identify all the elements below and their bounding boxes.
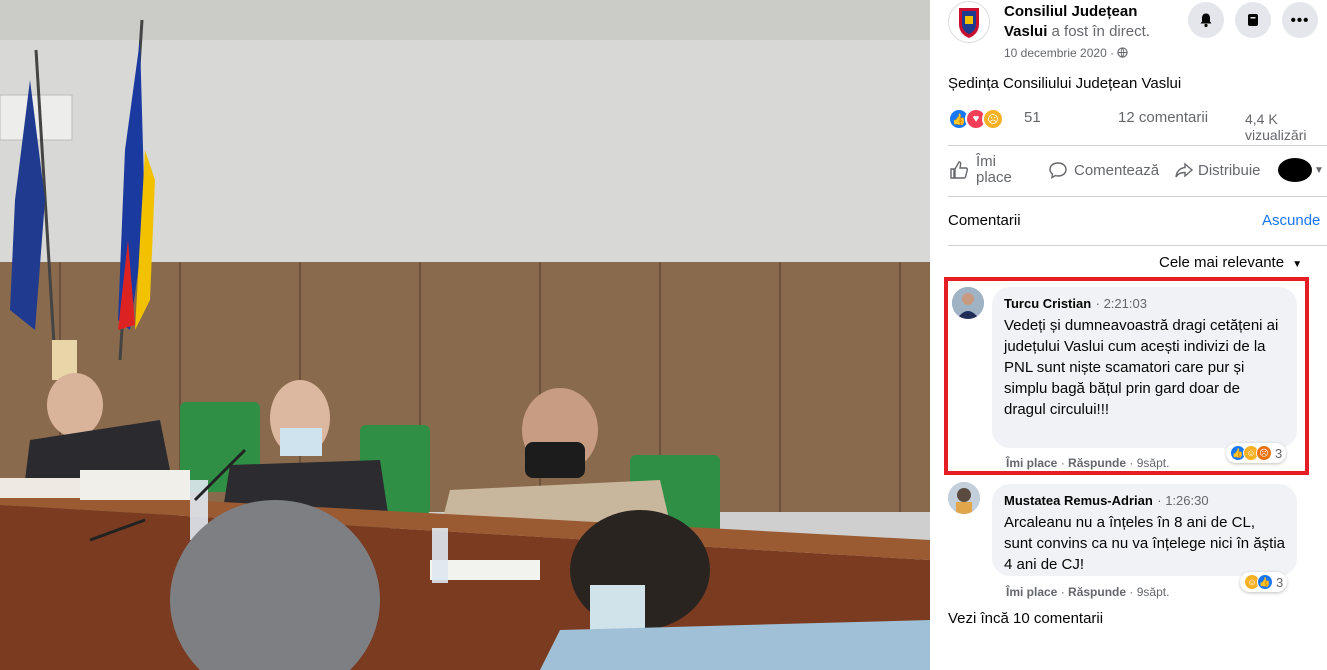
thumbs-up-icon xyxy=(950,161,969,179)
comment-age[interactable]: 9săpt. xyxy=(1137,585,1170,599)
separator: · xyxy=(1060,585,1069,599)
comment-actions: Îmi place · Răspunde · 9săpt. xyxy=(1006,585,1169,599)
comment-bubble: Turcu Cristian · 2:21:03 Vedeți și dumne… xyxy=(992,287,1297,448)
separator: · xyxy=(1060,456,1069,470)
comment-timestamp[interactable]: · 2:21:03 xyxy=(1096,296,1147,311)
notification-bell-button[interactable] xyxy=(1188,2,1224,38)
comment-like-link[interactable]: Îmi place xyxy=(1006,585,1057,599)
commenter-avatar[interactable] xyxy=(948,482,980,514)
post-title: Ședința Consiliului Județean Vaslui xyxy=(948,75,1182,92)
reaction-icons[interactable]: 👍 ♥ ☹ xyxy=(948,108,1004,130)
caret-down-icon: ▼ xyxy=(1292,259,1303,270)
caret-down-icon: ▼ xyxy=(1314,164,1324,176)
sad-reaction-icon: ☹ xyxy=(982,108,1004,130)
comment-author[interactable]: Mustatea Remus-Adrian xyxy=(1004,493,1153,508)
sort-label: Cele mai relevante xyxy=(1159,254,1285,271)
like-label: Îmi place xyxy=(976,153,1012,186)
angry-icon: ☹ xyxy=(1256,445,1272,461)
divider xyxy=(948,145,1327,146)
reactions-summary: 👍 ♥ ☹ 51 12 comentarii 4,4 K vizualizări xyxy=(948,108,1327,143)
comment-reaction-count: 3 xyxy=(1275,445,1283,461)
comment-sort-dropdown[interactable]: Cele mai relevante ▼ xyxy=(1159,254,1302,271)
save-post-button[interactable] xyxy=(1235,2,1271,38)
globe-icon xyxy=(1117,46,1129,60)
share-arrow-icon xyxy=(1175,162,1194,178)
share-button[interactable]: Distribuie xyxy=(1174,148,1261,192)
post-author: Consiliul Județean Vaslui a fost în dire… xyxy=(1004,2,1184,42)
bell-icon xyxy=(1200,13,1212,28)
like-icon: 👍 xyxy=(1257,574,1273,590)
views-count: 4,4 K vizualizări xyxy=(1245,111,1307,143)
comment-actions: Îmi place · Răspunde · 9săpt. xyxy=(1006,456,1169,470)
ellipsis-icon: ••• xyxy=(1290,11,1310,29)
comment-text: Vedeți și dumneavoastră dragi cetățeni a… xyxy=(1004,317,1279,418)
comments-heading: Comentarii xyxy=(948,212,1021,229)
comment-text: Arcaleanu nu a înțeles în 8 ani de CL, s… xyxy=(1004,514,1286,573)
redacted-avatar xyxy=(1278,158,1312,182)
hide-comments-link[interactable]: Ascunde xyxy=(1262,212,1320,229)
comment-count[interactable]: 12 comentarii xyxy=(1118,109,1208,126)
comment-button[interactable]: Comentează xyxy=(1048,148,1159,192)
more-options-button[interactable]: ••• xyxy=(1282,2,1318,38)
separator: · xyxy=(1129,585,1137,599)
view-more-comments-link[interactable]: Vezi încă 10 comentarii xyxy=(948,610,1103,627)
divider xyxy=(948,245,1327,246)
share-audience-selector[interactable]: ▼ xyxy=(1278,148,1324,192)
bookmark-icon xyxy=(1248,14,1258,26)
post-date[interactable]: 10 decembrie 2020 · xyxy=(1004,46,1129,60)
comment-reactions[interactable]: 👍 ☺ ☹ 3 xyxy=(1226,443,1287,463)
commenter-avatar[interactable] xyxy=(952,287,984,319)
comment-author[interactable]: Turcu Cristian xyxy=(1004,296,1091,311)
comment-label: Comentează xyxy=(1074,161,1160,179)
video-frame xyxy=(0,0,930,670)
comment-age[interactable]: 9săpt. xyxy=(1137,456,1170,470)
post-date-text[interactable]: 10 decembrie 2020 · xyxy=(1004,46,1114,60)
comment-reply-link[interactable]: Răspunde xyxy=(1068,456,1126,470)
post-side-panel: Consiliul Județean Vaslui a fost în dire… xyxy=(930,0,1327,670)
comment-reply-link[interactable]: Răspunde xyxy=(1068,585,1126,599)
live-video-player[interactable] xyxy=(0,0,930,670)
divider xyxy=(948,196,1327,197)
like-button[interactable]: Îmi place xyxy=(948,148,1020,192)
comment-timestamp[interactable]: · 1:26:30 xyxy=(1157,493,1208,508)
comment-bubble-icon xyxy=(1049,162,1067,179)
page-logo-icon[interactable] xyxy=(948,1,990,43)
comment-reactions[interactable]: ☺ 👍 3 xyxy=(1240,572,1288,592)
live-status-text: a fost în direct. xyxy=(1051,23,1150,40)
share-label: Distribuie xyxy=(1198,161,1261,179)
separator: · xyxy=(1129,456,1137,470)
comment-bubble: Mustatea Remus-Adrian · 1:26:30 Arcalean… xyxy=(992,484,1297,576)
comment-reaction-count: 3 xyxy=(1276,574,1284,590)
reaction-count[interactable]: 51 xyxy=(1024,109,1041,126)
comment-like-link[interactable]: Îmi place xyxy=(1006,456,1057,470)
